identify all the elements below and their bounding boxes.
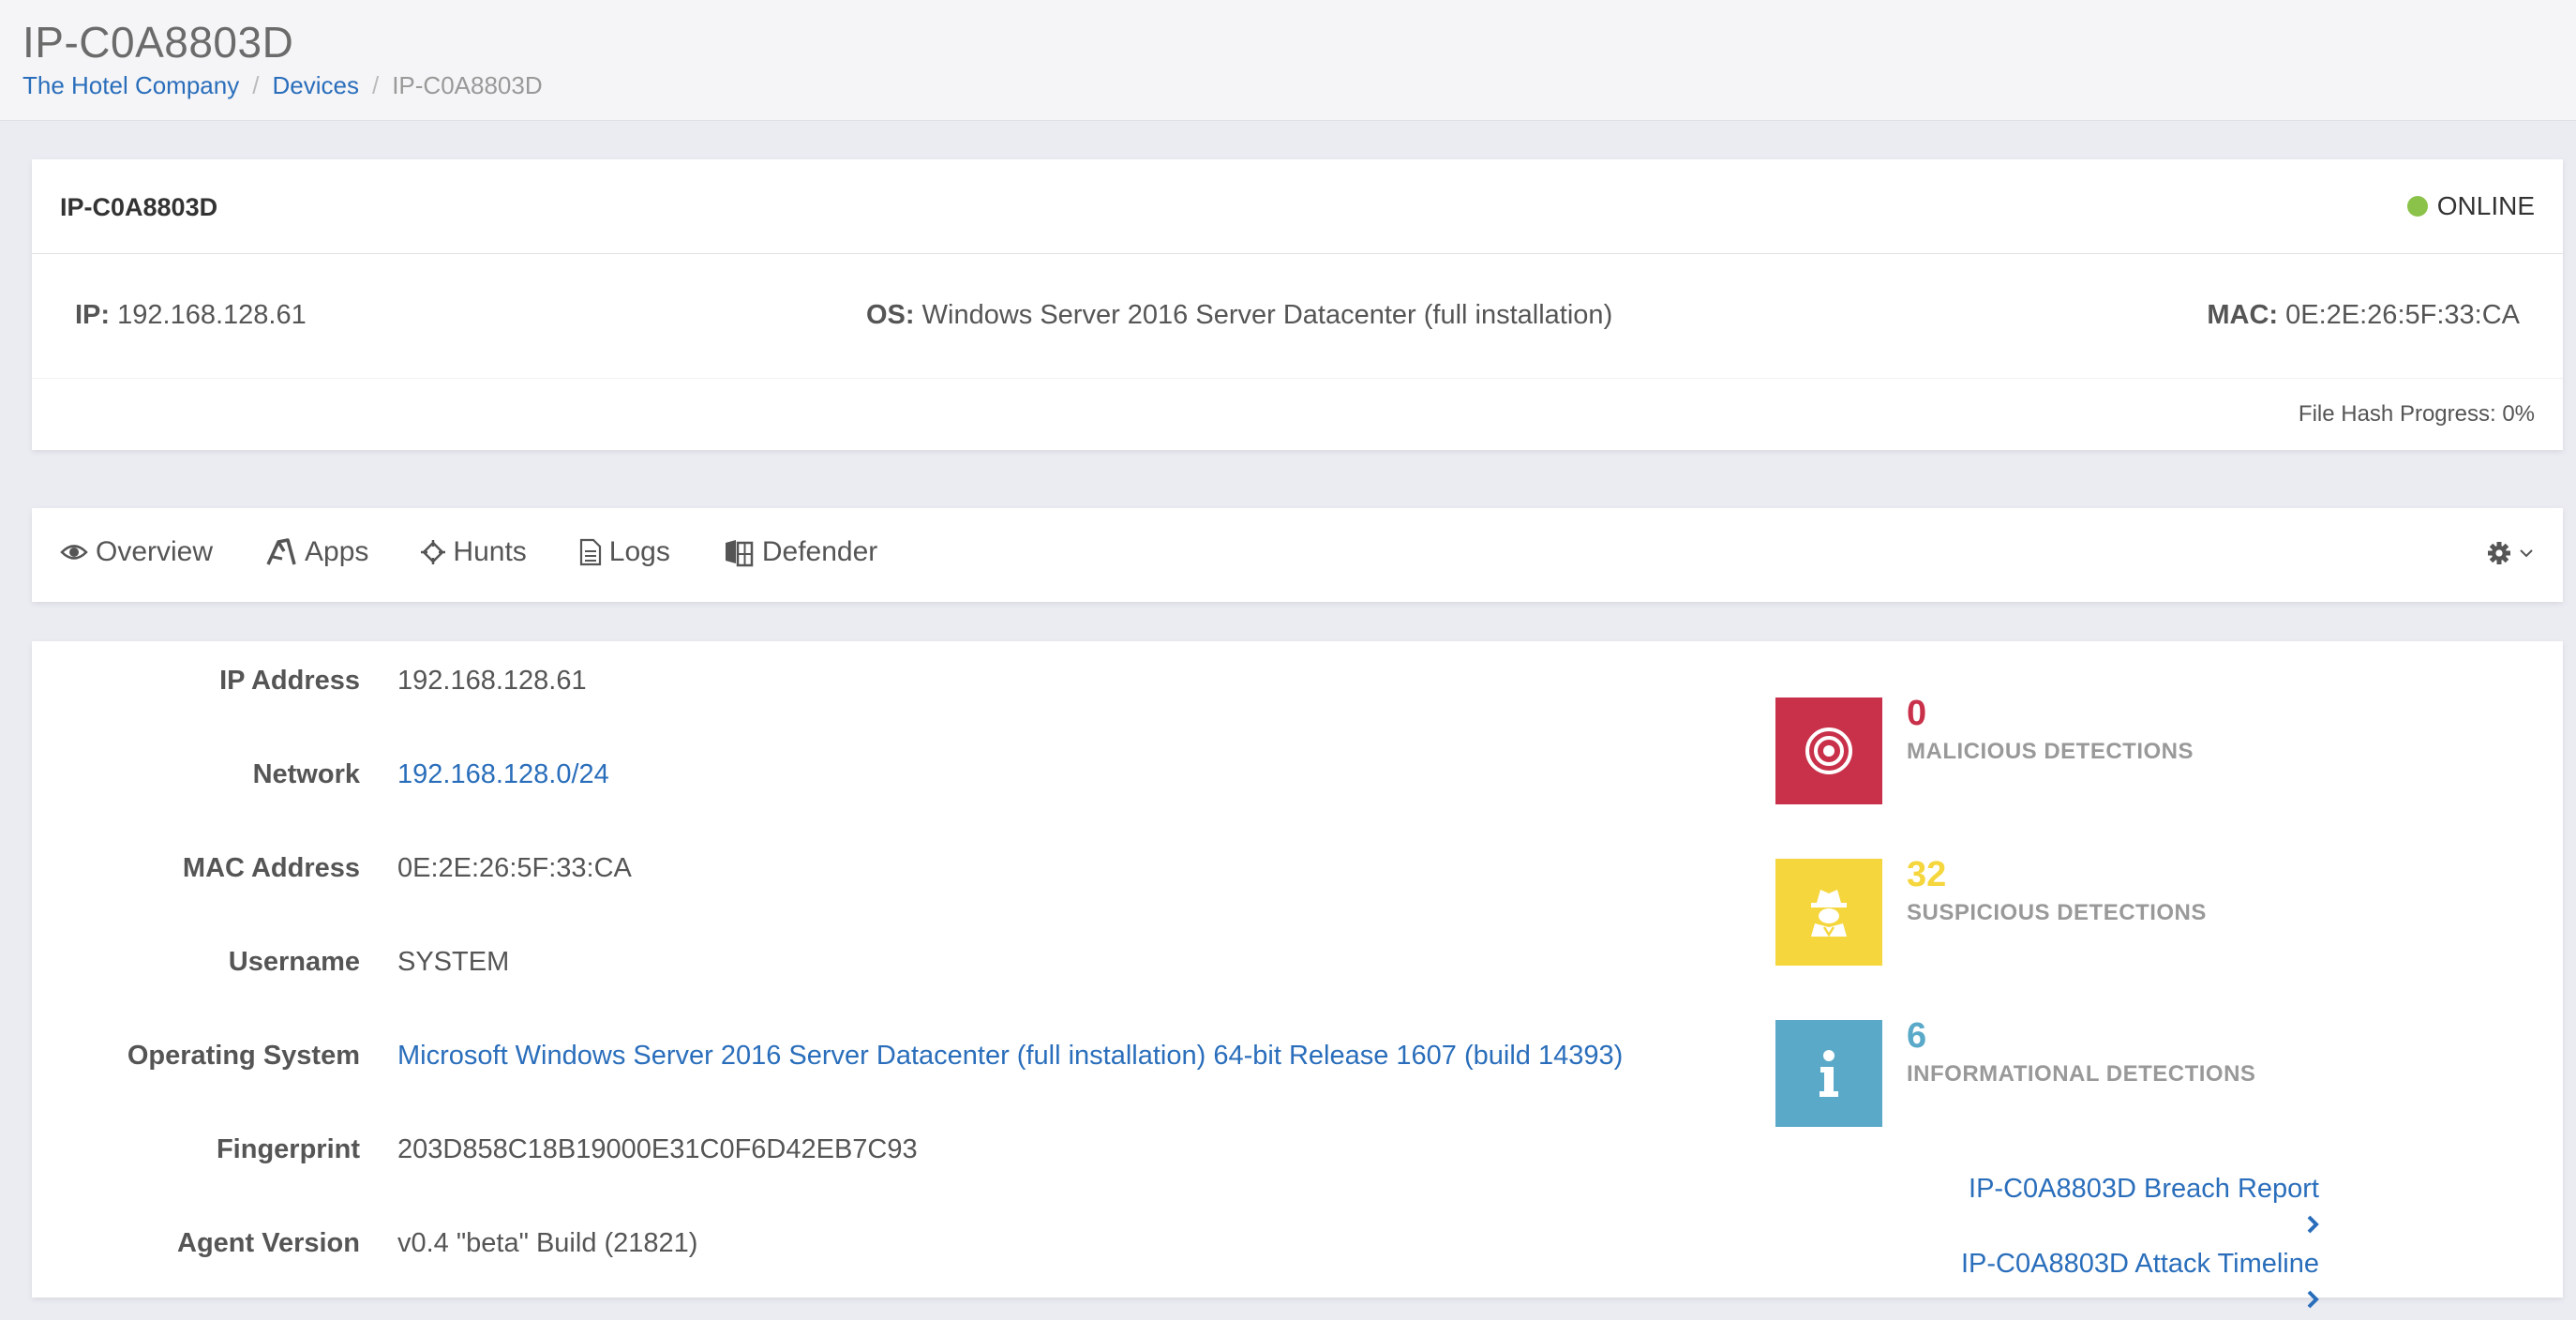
detection-label: MALICIOUS DETECTIONS bbox=[1907, 739, 2194, 764]
tab-label: Apps bbox=[305, 536, 369, 567]
page-title: IP-C0A8803D bbox=[22, 18, 294, 67]
tab-overview[interactable]: Overview bbox=[60, 536, 213, 568]
tab-hunts[interactable]: Hunts bbox=[421, 536, 527, 568]
device-summary-card: IP-C0A8803D ONLINE IP: 192.168.128.61 OS… bbox=[32, 159, 2563, 450]
tab-defender[interactable]: Defender bbox=[723, 536, 877, 568]
network-link[interactable]: 192.168.128.0/24 bbox=[397, 759, 609, 790]
breadcrumb-separator: / bbox=[371, 71, 380, 99]
property-value: 192.168.128.61 bbox=[397, 666, 587, 696]
status-text: ONLINE bbox=[2436, 191, 2535, 220]
attack-timeline-link[interactable]: IP-C0A8803D Attack Timeline bbox=[1954, 1245, 2319, 1320]
mac-value: 0E:2E:26:5F:33:CA bbox=[2285, 300, 2520, 330]
page-header: IP-C0A8803D The Hotel Company / Devices / IP… bbox=[0, 0, 2576, 121]
ip-value: 192.168.128.61 bbox=[117, 300, 307, 330]
breach-report-link[interactable]: IP-C0A8803D Breach Report bbox=[1954, 1170, 2319, 1245]
breadcrumb-devices[interactable]: Devices bbox=[272, 71, 358, 99]
info-icon bbox=[1820, 1050, 1838, 1097]
detection-label: SUSPICIOUS DETECTIONS bbox=[1907, 900, 2207, 925]
property-label: Username bbox=[228, 947, 360, 977]
tab-label: Logs bbox=[608, 536, 670, 567]
device-hostname: IP-C0A8803D bbox=[60, 193, 218, 221]
mac-label: MAC: bbox=[2207, 300, 2279, 330]
operating-system-link[interactable]: Microsoft Windows Server 2016 Server Dat… bbox=[397, 1041, 1623, 1072]
det-box bbox=[1775, 698, 1882, 804]
eye-icon bbox=[60, 545, 88, 560]
report-links: IP-C0A8803D Breach Report IP-C0A8803D At… bbox=[1954, 1170, 2319, 1320]
gear-icon bbox=[2488, 542, 2510, 564]
link-text: IP-C0A8803D Attack Timeline bbox=[1960, 1249, 2319, 1279]
ip-label: IP: bbox=[75, 300, 111, 330]
informational-detections[interactable]: 6 INFORMATIONAL DETECTIONS bbox=[1775, 1016, 2432, 1127]
device-os: OS: Windows Server 2016 Server Datacente… bbox=[866, 300, 1612, 331]
os-label: OS: bbox=[866, 300, 915, 330]
det-box bbox=[1775, 859, 1882, 966]
crosshair-icon bbox=[421, 540, 446, 564]
property-value: 0E:2E:26:5F:33:CA bbox=[397, 853, 632, 883]
property-value: v0.4 "beta" Build (21821) bbox=[397, 1228, 698, 1258]
detection-count: 32 bbox=[1907, 855, 1947, 894]
device-mac: MAC: 0E:2E:26:5F:33:CA bbox=[2207, 300, 2520, 331]
windows-icon bbox=[725, 540, 754, 567]
chevron-right-icon bbox=[2307, 1215, 2319, 1234]
breadcrumb-separator: / bbox=[252, 71, 260, 99]
property-value: 203D858C18B19000E31C0F6D42EB7C93 bbox=[397, 1134, 918, 1164]
breadcrumb-current: IP-C0A8803D bbox=[392, 71, 543, 99]
property-label: Operating System bbox=[127, 1041, 360, 1071]
spy-icon bbox=[1811, 890, 1847, 938]
tabs-card: Overview Apps Hunts Logs Defender bbox=[32, 508, 2563, 602]
os-value: Windows Server 2016 Server Datacenter (f… bbox=[921, 300, 1613, 330]
apps-icon bbox=[266, 538, 296, 565]
document-icon bbox=[579, 538, 601, 566]
device-ip: IP: 192.168.128.61 bbox=[75, 300, 307, 331]
property-label: IP Address bbox=[219, 666, 360, 696]
tab-label: Overview bbox=[96, 536, 214, 567]
device-card-header: IP-C0A8803D ONLINE bbox=[32, 159, 2563, 254]
property-label: Agent Version bbox=[177, 1228, 360, 1258]
detection-label: INFORMATIONAL DETECTIONS bbox=[1907, 1061, 2256, 1087]
tab-bar: Overview Apps Hunts Logs Defender bbox=[60, 536, 930, 568]
property-label: Network bbox=[252, 759, 360, 789]
tab-label: Defender bbox=[761, 536, 878, 567]
chevron-down-icon bbox=[2520, 549, 2533, 558]
divider bbox=[32, 378, 2563, 379]
property-label: Fingerprint bbox=[216, 1134, 360, 1164]
malicious-detections[interactable]: 0 MALICIOUS DETECTIONS bbox=[1775, 694, 2432, 804]
link-text: IP-C0A8803D Breach Report bbox=[1969, 1174, 2319, 1204]
property-value: SYSTEM bbox=[397, 947, 510, 977]
status-dot-icon bbox=[2406, 196, 2428, 217]
status-badge: ONLINE bbox=[2406, 191, 2535, 221]
det-box bbox=[1775, 1020, 1882, 1127]
suspicious-detections[interactable]: 32 SUSPICIOUS DETECTIONS bbox=[1775, 855, 2432, 966]
breadcrumb: The Hotel Company / Devices / IP-C0A8803D bbox=[22, 71, 543, 100]
detection-count: 0 bbox=[1907, 694, 1927, 733]
chevron-right-icon bbox=[2307, 1290, 2319, 1309]
tab-label: Hunts bbox=[453, 536, 527, 567]
target-icon bbox=[1805, 728, 1852, 774]
breadcrumb-company[interactable]: The Hotel Company bbox=[22, 71, 239, 99]
settings-dropdown-button[interactable] bbox=[2486, 540, 2535, 566]
file-hash-progress: File Hash Progress: 0% bbox=[2298, 401, 2535, 427]
property-label: MAC Address bbox=[182, 853, 360, 883]
device-details-card: IP Address 192.168.128.61 Network 192.16… bbox=[32, 641, 2563, 1309]
tab-apps[interactable]: Apps bbox=[265, 536, 368, 568]
tab-logs[interactable]: Logs bbox=[579, 536, 670, 568]
detection-count: 6 bbox=[1907, 1016, 1927, 1056]
